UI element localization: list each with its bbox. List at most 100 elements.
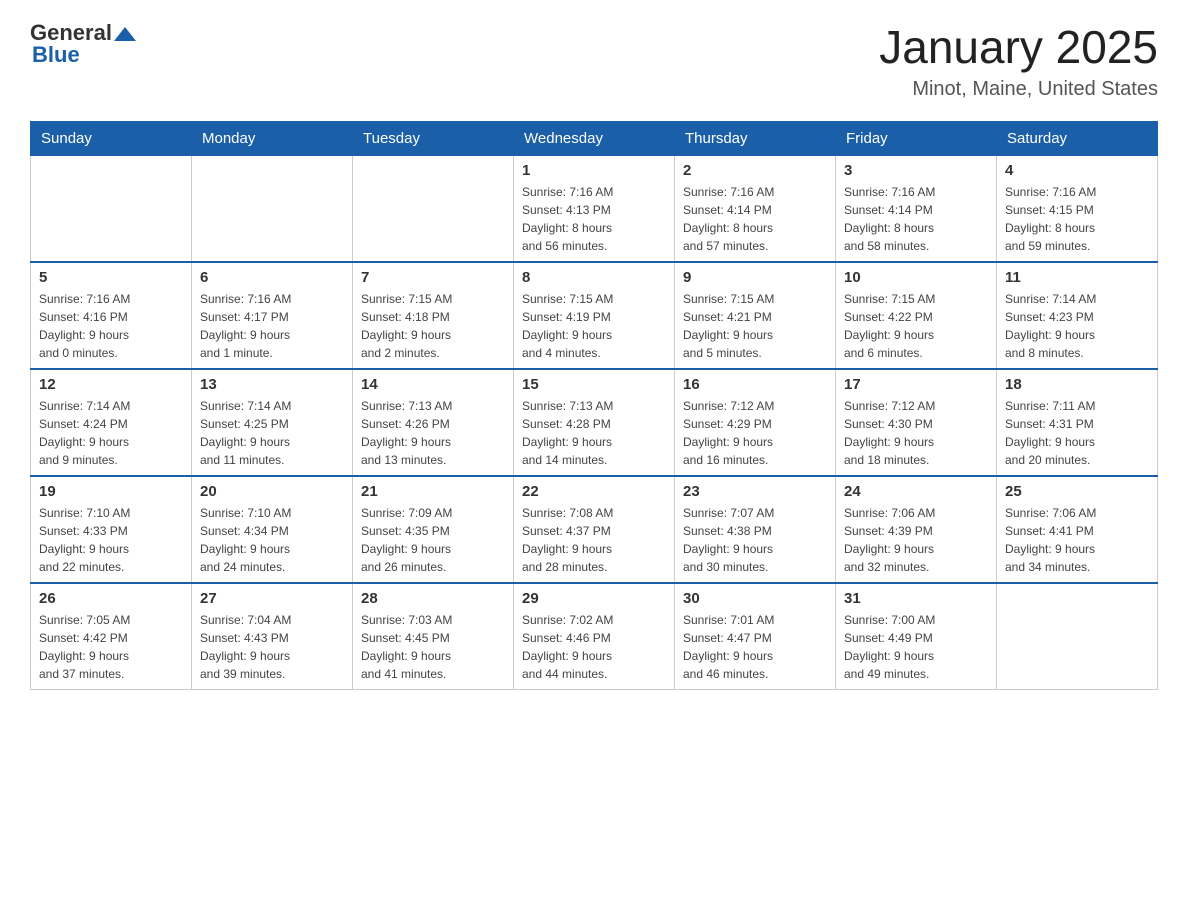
day-info: Sunrise: 7:14 AM Sunset: 4:24 PM Dayligh… xyxy=(39,397,183,469)
day-info: Sunrise: 7:12 AM Sunset: 4:29 PM Dayligh… xyxy=(683,397,827,469)
day-info: Sunrise: 7:00 AM Sunset: 4:49 PM Dayligh… xyxy=(844,611,988,683)
day-number: 31 xyxy=(844,590,988,607)
day-info: Sunrise: 7:14 AM Sunset: 4:25 PM Dayligh… xyxy=(200,397,344,469)
day-number: 26 xyxy=(39,590,183,607)
day-info: Sunrise: 7:08 AM Sunset: 4:37 PM Dayligh… xyxy=(522,504,666,576)
week-row-2: 5 Sunrise: 7:16 AM Sunset: 4:16 PM Daylig… xyxy=(31,262,1158,369)
day-info: Sunrise: 7:16 AM Sunset: 4:13 PM Dayligh… xyxy=(522,183,666,255)
calendar-cell: 16 Sunrise: 7:12 AM Sunset: 4:29 PM Dayli… xyxy=(675,369,836,476)
day-number: 18 xyxy=(1005,376,1149,393)
calendar-cell: 1 Sunrise: 7:16 AM Sunset: 4:13 PM Daylig… xyxy=(514,156,675,263)
header-saturday: Saturday xyxy=(997,122,1158,156)
day-number: 25 xyxy=(1005,483,1149,500)
week-row-5: 26 Sunrise: 7:05 AM Sunset: 4:42 PM Dayli… xyxy=(31,583,1158,690)
calendar-cell: 15 Sunrise: 7:13 AM Sunset: 4:28 PM Dayli… xyxy=(514,369,675,476)
day-number: 24 xyxy=(844,483,988,500)
day-info: Sunrise: 7:15 AM Sunset: 4:21 PM Dayligh… xyxy=(683,290,827,362)
header-thursday: Thursday xyxy=(675,122,836,156)
calendar-cell: 10Sunrise: 7:15 AM Sunset: 4:22 PM Dayli… xyxy=(836,262,997,369)
day-number: 21 xyxy=(361,483,505,500)
day-info: Sunrise: 7:12 AM Sunset: 4:30 PM Dayligh… xyxy=(844,397,988,469)
logo-triangle-icon xyxy=(114,23,136,45)
day-info: Sunrise: 7:16 AM Sunset: 4:14 PM Dayligh… xyxy=(683,183,827,255)
day-info: Sunrise: 7:10 AM Sunset: 4:33 PM Dayligh… xyxy=(39,504,183,576)
calendar-cell: 23 Sunrise: 7:07 AM Sunset: 4:38 PM Dayli… xyxy=(675,476,836,583)
calendar-cell: 27 Sunrise: 7:04 AM Sunset: 4:43 PM Dayli… xyxy=(192,583,353,690)
calendar-cell: 12 Sunrise: 7:14 AM Sunset: 4:24 PM Dayli… xyxy=(31,369,192,476)
day-number: 13 xyxy=(200,376,344,393)
logo-blue-text: Blue xyxy=(32,42,80,68)
header-friday: Friday xyxy=(836,122,997,156)
day-info: Sunrise: 7:16 AM Sunset: 4:17 PM Dayligh… xyxy=(200,290,344,362)
calendar-cell: 24 Sunrise: 7:06 AM Sunset: 4:39 PM Dayli… xyxy=(836,476,997,583)
week-row-1: 1 Sunrise: 7:16 AM Sunset: 4:13 PM Daylig… xyxy=(31,156,1158,263)
week-row-3: 12 Sunrise: 7:14 AM Sunset: 4:24 PM Dayli… xyxy=(31,369,1158,476)
day-number: 30 xyxy=(683,590,827,607)
day-number: 15 xyxy=(522,376,666,393)
day-info: Sunrise: 7:06 AM Sunset: 4:41 PM Dayligh… xyxy=(1005,504,1149,576)
calendar-subtitle: Minot, Maine, United States xyxy=(879,78,1158,101)
day-number: 1 xyxy=(522,162,666,179)
day-info: Sunrise: 7:16 AM Sunset: 4:15 PM Dayligh… xyxy=(1005,183,1149,255)
day-number: 16 xyxy=(683,376,827,393)
day-number: 28 xyxy=(361,590,505,607)
day-info: Sunrise: 7:15 AM Sunset: 4:22 PM Dayligh… xyxy=(844,290,988,362)
calendar-cell xyxy=(192,156,353,263)
calendar-cell: 18 Sunrise: 7:11 AM Sunset: 4:31 PM Dayli… xyxy=(997,369,1158,476)
calendar-cell: 21Sunrise: 7:09 AM Sunset: 4:35 PM Dayli… xyxy=(353,476,514,583)
day-number: 5 xyxy=(39,269,183,286)
day-info: Sunrise: 7:06 AM Sunset: 4:39 PM Dayligh… xyxy=(844,504,988,576)
day-number: 6 xyxy=(200,269,344,286)
calendar-cell: 17 Sunrise: 7:12 AM Sunset: 4:30 PM Dayli… xyxy=(836,369,997,476)
day-info: Sunrise: 7:02 AM Sunset: 4:46 PM Dayligh… xyxy=(522,611,666,683)
day-info: Sunrise: 7:03 AM Sunset: 4:45 PM Dayligh… xyxy=(361,611,505,683)
calendar-cell: 13 Sunrise: 7:14 AM Sunset: 4:25 PM Dayli… xyxy=(192,369,353,476)
day-number: 11 xyxy=(1005,269,1149,286)
day-number: 19 xyxy=(39,483,183,500)
calendar-cell: 5 Sunrise: 7:16 AM Sunset: 4:16 PM Daylig… xyxy=(31,262,192,369)
calendar-cell: 26 Sunrise: 7:05 AM Sunset: 4:42 PM Dayli… xyxy=(31,583,192,690)
day-number: 17 xyxy=(844,376,988,393)
day-info: Sunrise: 7:13 AM Sunset: 4:28 PM Dayligh… xyxy=(522,397,666,469)
header-tuesday: Tuesday xyxy=(353,122,514,156)
day-number: 14 xyxy=(361,376,505,393)
logo: General Blue xyxy=(30,20,136,68)
day-number: 3 xyxy=(844,162,988,179)
header-sunday: Sunday xyxy=(31,122,192,156)
calendar-cell: 3Sunrise: 7:16 AM Sunset: 4:14 PM Daylig… xyxy=(836,156,997,263)
calendar-cell xyxy=(31,156,192,263)
day-number: 29 xyxy=(522,590,666,607)
calendar-cell: 28 Sunrise: 7:03 AM Sunset: 4:45 PM Dayli… xyxy=(353,583,514,690)
day-info: Sunrise: 7:01 AM Sunset: 4:47 PM Dayligh… xyxy=(683,611,827,683)
header-monday: Monday xyxy=(192,122,353,156)
page-header: General Blue January 2025 Minot, Maine, … xyxy=(30,20,1158,101)
calendar-cell: 22 Sunrise: 7:08 AM Sunset: 4:37 PM Dayli… xyxy=(514,476,675,583)
day-info: Sunrise: 7:07 AM Sunset: 4:38 PM Dayligh… xyxy=(683,504,827,576)
calendar-cell: 25 Sunrise: 7:06 AM Sunset: 4:41 PM Dayli… xyxy=(997,476,1158,583)
day-number: 27 xyxy=(200,590,344,607)
day-number: 2 xyxy=(683,162,827,179)
day-info: Sunrise: 7:11 AM Sunset: 4:31 PM Dayligh… xyxy=(1005,397,1149,469)
calendar-cell: 14Sunrise: 7:13 AM Sunset: 4:26 PM Dayli… xyxy=(353,369,514,476)
calendar-table: Sunday Monday Tuesday Wednesday Thursday… xyxy=(30,121,1158,690)
calendar-cell: 6 Sunrise: 7:16 AM Sunset: 4:17 PM Daylig… xyxy=(192,262,353,369)
day-number: 22 xyxy=(522,483,666,500)
day-number: 12 xyxy=(39,376,183,393)
calendar-cell: 9Sunrise: 7:15 AM Sunset: 4:21 PM Daylig… xyxy=(675,262,836,369)
day-number: 23 xyxy=(683,483,827,500)
title-block: January 2025 Minot, Maine, United States xyxy=(879,20,1158,101)
week-row-4: 19 Sunrise: 7:10 AM Sunset: 4:33 PM Dayli… xyxy=(31,476,1158,583)
day-number: 20 xyxy=(200,483,344,500)
calendar-cell: 7Sunrise: 7:15 AM Sunset: 4:18 PM Daylig… xyxy=(353,262,514,369)
day-info: Sunrise: 7:10 AM Sunset: 4:34 PM Dayligh… xyxy=(200,504,344,576)
day-info: Sunrise: 7:16 AM Sunset: 4:16 PM Dayligh… xyxy=(39,290,183,362)
calendar-title: January 2025 xyxy=(879,20,1158,74)
calendar-cell: 20 Sunrise: 7:10 AM Sunset: 4:34 PM Dayli… xyxy=(192,476,353,583)
day-info: Sunrise: 7:04 AM Sunset: 4:43 PM Dayligh… xyxy=(200,611,344,683)
calendar-cell: 29 Sunrise: 7:02 AM Sunset: 4:46 PM Dayli… xyxy=(514,583,675,690)
calendar-cell: 31 Sunrise: 7:00 AM Sunset: 4:49 PM Dayli… xyxy=(836,583,997,690)
calendar-cell: 8Sunrise: 7:15 AM Sunset: 4:19 PM Daylig… xyxy=(514,262,675,369)
calendar-header-row: Sunday Monday Tuesday Wednesday Thursday… xyxy=(31,122,1158,156)
day-info: Sunrise: 7:05 AM Sunset: 4:42 PM Dayligh… xyxy=(39,611,183,683)
day-info: Sunrise: 7:14 AM Sunset: 4:23 PM Dayligh… xyxy=(1005,290,1149,362)
